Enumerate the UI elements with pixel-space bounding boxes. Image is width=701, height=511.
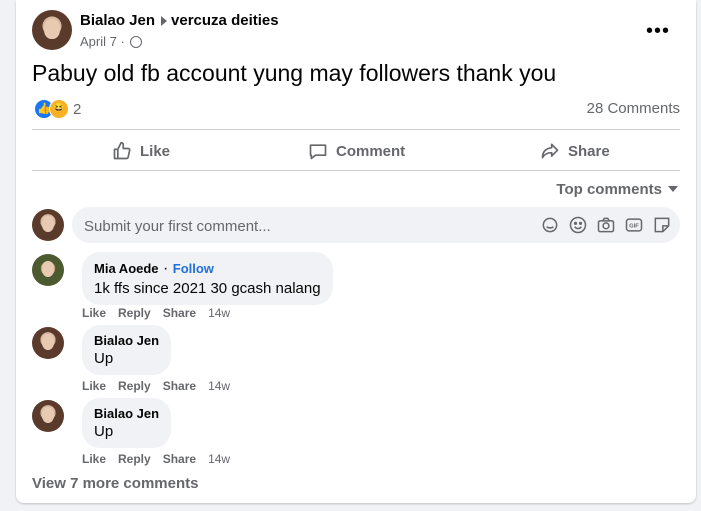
divider bbox=[32, 170, 680, 171]
comment-actions: Like Reply Share 14w bbox=[82, 452, 230, 466]
gif-icon[interactable]: GIF bbox=[624, 215, 644, 235]
sort-label: Top comments bbox=[556, 181, 662, 198]
author-avatar[interactable] bbox=[32, 10, 72, 50]
comment-bubble: Bialao Jen Up bbox=[82, 398, 172, 448]
globe-icon bbox=[130, 36, 143, 48]
camera-icon[interactable] bbox=[596, 215, 616, 235]
share-label: Share bbox=[568, 142, 610, 160]
haha-reaction-icon: 😆 bbox=[49, 99, 69, 119]
comment-bubble: Bialao Jen Up bbox=[82, 325, 172, 375]
arrow-right-icon bbox=[161, 16, 168, 26]
comment-actions: Like Reply Share 14w bbox=[82, 306, 230, 320]
post-card: Bialao Jen vercuza deities April 7 · ••• … bbox=[16, 0, 696, 503]
reactions-summary[interactable]: 👍 😆 2 bbox=[34, 99, 81, 119]
commenter-name[interactable]: Mia Aoede bbox=[94, 261, 159, 276]
divider bbox=[32, 129, 680, 130]
top-comments-dropdown[interactable]: Top comments bbox=[556, 181, 678, 198]
comment-share-link[interactable]: Share bbox=[163, 306, 196, 320]
comment-like-link[interactable]: Like bbox=[82, 379, 106, 393]
avatar-sticker-icon[interactable] bbox=[540, 215, 560, 235]
share-button[interactable]: Share bbox=[540, 140, 610, 162]
like-button[interactable]: Like bbox=[112, 140, 170, 162]
comment-bubble: Mia Aoede · Follow 1k ffs since 2021 30 … bbox=[82, 252, 333, 305]
comment-composer: GIF bbox=[72, 207, 680, 245]
commenter-name[interactable]: Bialao Jen bbox=[94, 406, 159, 421]
view-more-comments-link[interactable]: View 7 more comments bbox=[32, 475, 198, 492]
more-options-icon[interactable]: ••• bbox=[646, 20, 670, 43]
follow-link[interactable]: Follow bbox=[173, 261, 214, 276]
my-avatar[interactable] bbox=[32, 209, 64, 241]
like-label: Like bbox=[140, 142, 171, 160]
comment-share-link[interactable]: Share bbox=[163, 379, 196, 393]
post-date[interactable]: April 7 bbox=[80, 34, 117, 49]
comments-count-link[interactable]: 28 Comments bbox=[587, 100, 680, 117]
post-text: Pabuy old fb account yung may followers … bbox=[32, 60, 557, 86]
reaction-count: 2 bbox=[73, 100, 82, 118]
comment-reply-link[interactable]: Reply bbox=[118, 379, 151, 393]
comment-like-link[interactable]: Like bbox=[82, 306, 106, 320]
comment-text: Up bbox=[94, 350, 114, 367]
group-name[interactable]: vercuza deities bbox=[171, 12, 279, 29]
comment-like-link[interactable]: Like bbox=[82, 452, 106, 466]
sticker-icon[interactable] bbox=[652, 215, 672, 235]
comment-input[interactable] bbox=[72, 207, 526, 245]
emoji-icon[interactable] bbox=[568, 215, 588, 235]
comment-text: 1k ffs since 2021 30 gcash nalang bbox=[94, 280, 321, 297]
comment-time[interactable]: 14w bbox=[208, 452, 230, 466]
share-arrow-icon bbox=[541, 143, 559, 159]
svg-text:GIF: GIF bbox=[629, 224, 639, 230]
comment-text: Up bbox=[94, 423, 114, 440]
comment-time[interactable]: 14w bbox=[208, 379, 230, 393]
comment-reply-link[interactable]: Reply bbox=[118, 452, 151, 466]
comment-button[interactable]: Comment bbox=[308, 140, 405, 162]
comment-actions: Like Reply Share 14w bbox=[82, 379, 230, 393]
commenter-avatar[interactable] bbox=[32, 400, 64, 432]
comment-icon bbox=[309, 144, 327, 160]
commenter-avatar[interactable] bbox=[32, 254, 64, 286]
caret-down-icon bbox=[668, 186, 678, 192]
post-meta: April 7 · bbox=[80, 34, 143, 49]
post-header: Bialao Jen vercuza deities bbox=[80, 12, 279, 29]
comment-label: Comment bbox=[336, 142, 406, 160]
commenter-avatar[interactable] bbox=[32, 327, 64, 359]
commenter-name[interactable]: Bialao Jen bbox=[94, 333, 159, 348]
composer-icons: GIF bbox=[540, 215, 672, 235]
comment-share-link[interactable]: Share bbox=[163, 452, 196, 466]
thumbs-up-icon bbox=[113, 141, 131, 160]
comment-time[interactable]: 14w bbox=[208, 306, 230, 320]
author-name[interactable]: Bialao Jen bbox=[80, 12, 155, 29]
comment-reply-link[interactable]: Reply bbox=[118, 306, 151, 320]
